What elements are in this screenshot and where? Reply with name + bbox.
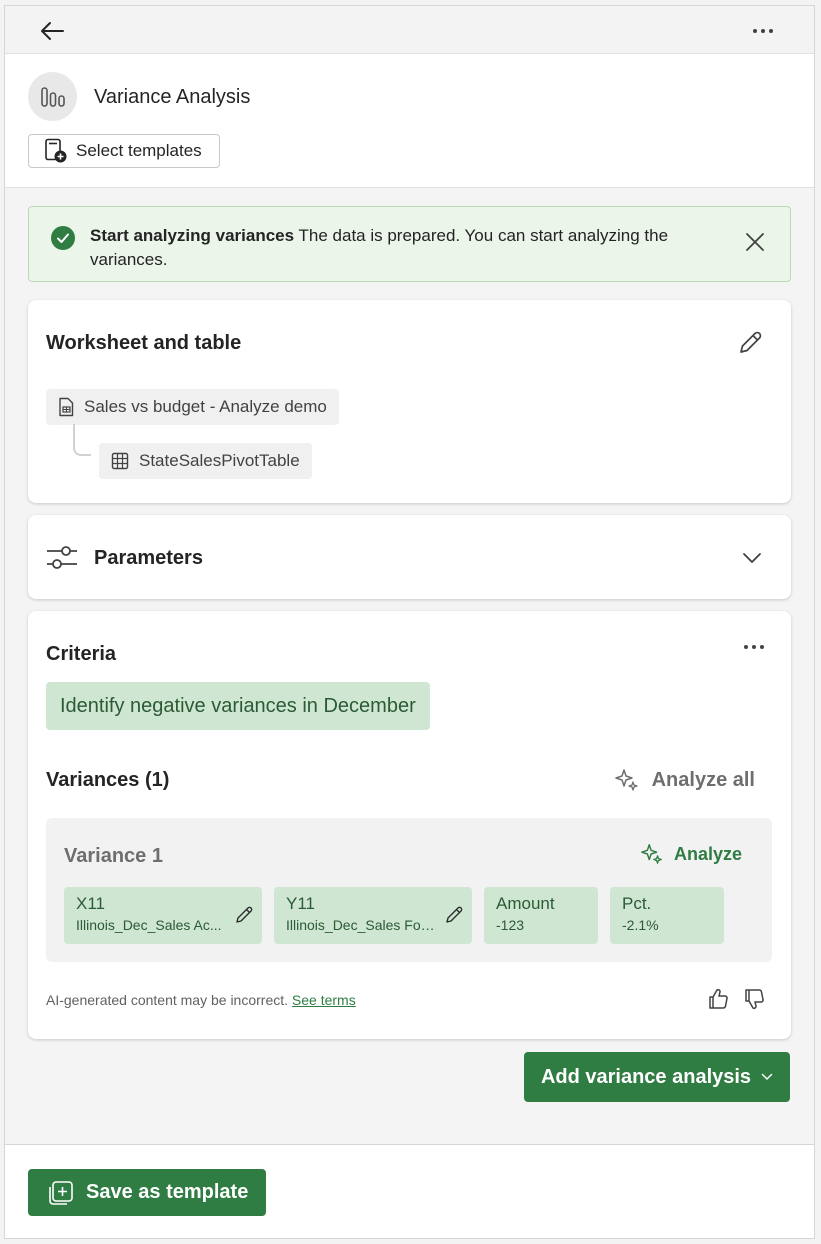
back-arrow-icon [41, 22, 64, 40]
cell-label: X11 [76, 894, 105, 913]
worksheet-card-title: Worksheet and table [46, 332, 242, 354]
tree-connector [73, 424, 91, 456]
cell-value: Illinois_Dec_Sales For... [286, 917, 436, 933]
criteria-card: Criteria Identify negative variances in … [28, 611, 791, 1039]
criteria-text[interactable]: Identify negative variances in December [46, 682, 430, 730]
edit-icon [740, 331, 762, 353]
select-templates-label: Select templates [76, 141, 202, 160]
sparkle-icon [614, 769, 638, 791]
variance-title: Variance 1 [64, 845, 163, 867]
chart-bars-icon [40, 86, 65, 107]
worksheet-card: Worksheet and table Sales vs budget - An… [28, 300, 791, 503]
analyze-label: Analyze [673, 843, 742, 864]
template-add-icon [45, 138, 67, 163]
table-chip[interactable]: StateSalesPivotTable [99, 443, 312, 479]
variance-cell-chip[interactable]: Y11 Illinois_Dec_Sales For... [274, 887, 472, 944]
parameters-title: Parameters [94, 547, 203, 569]
banner-title: Start analyzing variances [90, 226, 295, 245]
workbook-chip[interactable]: Sales vs budget - Analyze demo [46, 389, 339, 425]
table-name: StateSalesPivotTable [139, 451, 300, 470]
variance-cell-chip[interactable]: X11 Illinois_Dec_Sales Ac... [64, 887, 262, 944]
pct-value: -2.1% [622, 917, 659, 933]
page-title: Variance Analysis [94, 86, 251, 108]
select-templates-button[interactable]: Select templates [28, 134, 220, 168]
pct-label: Pct. [622, 894, 652, 913]
banner-message: Start analyzing variances The data is pr… [90, 224, 730, 272]
chevron-down-icon[interactable] [741, 547, 763, 569]
variance-amount-chip: Amount -123 [484, 887, 598, 944]
analyze-all-label: Analyze all [651, 768, 755, 791]
variance-pct-chip: Pct. -2.1% [610, 887, 724, 944]
cell-value: Illinois_Dec_Sales Ac... [76, 917, 222, 933]
close-icon [746, 233, 764, 251]
ai-disclaimer: AI-generated content may be incorrect. S… [46, 992, 356, 1008]
thumbs-up-icon[interactable] [706, 987, 730, 1011]
header: Variance Analysis Select templates [5, 54, 814, 188]
amount-label: Amount [496, 894, 555, 913]
chevron-down-icon [761, 1073, 773, 1081]
more-options-button[interactable] [748, 18, 778, 44]
edit-icon[interactable] [444, 905, 464, 925]
save-as-template-button[interactable]: Save as template [28, 1169, 266, 1216]
more-icon [753, 29, 773, 33]
edit-icon[interactable] [234, 905, 254, 925]
edit-worksheet-button[interactable] [735, 328, 765, 358]
see-terms-link[interactable]: See terms [292, 992, 356, 1008]
close-banner-button[interactable] [742, 229, 768, 255]
parameters-card[interactable]: Parameters [28, 515, 791, 599]
check-circle-icon [51, 226, 75, 250]
sliders-icon [47, 546, 77, 569]
footer: Save as template [5, 1144, 814, 1238]
add-variance-analysis-button[interactable]: Add variance analysis [524, 1052, 790, 1102]
criteria-more-button[interactable] [741, 639, 767, 655]
add-square-icon [49, 1180, 73, 1205]
variance-item: Variance 1 Analyze X11 Illinois_Dec_Sale… [46, 818, 772, 962]
workbook-name: Sales vs budget - Analyze demo [84, 397, 327, 416]
disclaimer-text: AI-generated content may be incorrect. [46, 992, 289, 1008]
document-icon [59, 397, 74, 417]
success-banner: Start analyzing variances The data is pr… [28, 206, 791, 282]
task-pane: Variance Analysis Select templates Start… [4, 5, 815, 1239]
sparkle-icon [641, 844, 662, 864]
add-variance-label: Add variance analysis [540, 1065, 752, 1088]
more-icon [744, 645, 764, 649]
analyze-all-button[interactable]: Analyze all [614, 763, 755, 797]
app-avatar [28, 72, 77, 121]
amount-value: -123 [496, 917, 525, 933]
table-grid-icon [111, 452, 129, 470]
top-bar [5, 6, 814, 54]
analyze-button[interactable]: Analyze [640, 840, 742, 868]
cell-label: Y11 [286, 894, 315, 913]
thumbs-down-icon[interactable] [742, 987, 766, 1011]
save-as-template-label: Save as template [86, 1181, 249, 1203]
back-button[interactable] [37, 18, 67, 44]
variances-heading: Variances (1) [46, 769, 170, 791]
criteria-title: Criteria [46, 643, 117, 665]
